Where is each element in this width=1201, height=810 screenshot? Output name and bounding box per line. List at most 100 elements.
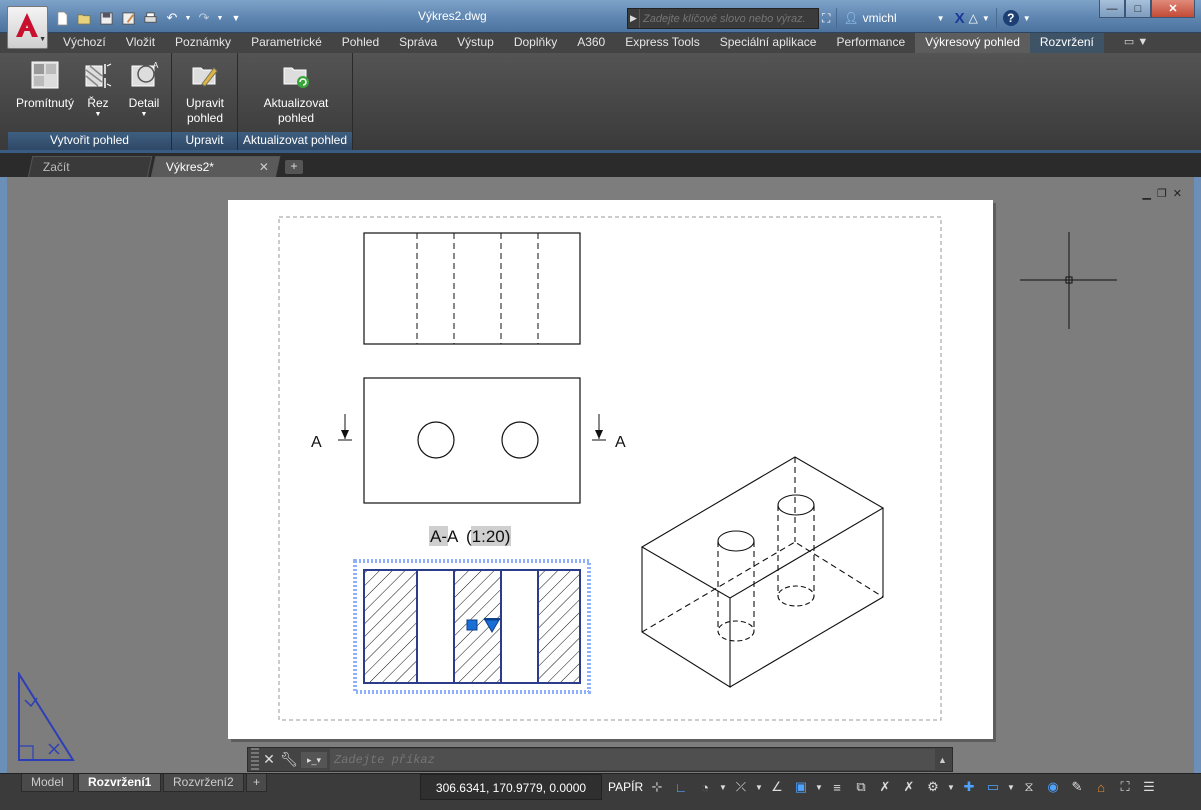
exchange-icon[interactable]: X [955,10,965,27]
section-view-title[interactable]: A-A [430,527,459,546]
recent-commands-icon[interactable]: ▸_▾ [301,751,327,768]
auto-scale-icon[interactable]: ✗ [898,776,920,798]
layout-tab-rozvrzeni2[interactable]: Rozvržení2 [163,774,244,792]
section-view-scale[interactable]: (1:20) [466,527,510,546]
tab-express-tools[interactable]: Express Tools [615,33,709,53]
command-history-icon[interactable]: ▲ [938,755,952,765]
tab-pohled[interactable]: Pohled [332,33,389,53]
customize-wrench-icon[interactable]: 🔧︎ [279,751,299,768]
redo-icon[interactable]: ↷ [194,8,214,28]
workspace-gear-icon[interactable]: ⚙ [922,776,944,798]
save-as-icon[interactable] [118,8,138,28]
minimize-button[interactable]: — [1099,0,1125,18]
command-input[interactable] [330,749,935,770]
annotation-monitor-icon[interactable]: ✚ [958,776,980,798]
tab-rozvrzeni[interactable]: Rozvržení [1029,33,1104,53]
clean-screen-icon[interactable]: ⛶ [1114,776,1136,798]
file-tab-vykres2[interactable]: Výkres2* ✕ [150,156,281,178]
close-tab-icon[interactable]: ✕ [259,157,269,178]
grid-snap-icon[interactable]: ⊹ [646,776,668,798]
redo-dropdown-icon[interactable]: ▼ [216,8,224,28]
rez-dropdown-icon[interactable]: ▼ [78,111,118,119]
top-view[interactable] [363,232,581,345]
lock-ui-icon[interactable]: ◉ [1042,776,1064,798]
user-icon[interactable]: 👤︎ [843,11,858,25]
search-input[interactable] [640,12,818,25]
aktualizovat-pohled-button[interactable]: Aktualizovat pohled [252,60,340,126]
upravit-pohled-button[interactable]: Upravit pohled [178,60,232,126]
tab-specialni-aplikace[interactable]: Speciální aplikace [710,33,827,53]
detail-dropdown-icon[interactable]: ▼ [120,111,168,119]
paper-space-toggle[interactable]: PAPÍR [604,774,647,800]
undo-icon[interactable]: ↶ [162,8,182,28]
application-menu-button[interactable]: ▼ [7,6,48,49]
save-icon[interactable] [96,8,116,28]
customization-icon[interactable]: ☰ [1138,776,1160,798]
lineweight-icon[interactable]: ≡ [826,776,848,798]
file-tab-zacit[interactable]: Začít [27,156,153,178]
paper-sheet[interactable]: A A A-A (1:20) [228,200,993,739]
print-icon[interactable] [140,8,160,28]
workspace-dropdown-icon[interactable]: ▼ [946,776,956,798]
isodraft-icon[interactable]: ∠ [766,776,788,798]
ortho-icon[interactable]: ∟ [670,776,692,798]
isometric-view[interactable] [640,456,885,688]
tab-sprava[interactable]: Správa [389,33,447,53]
expand-icon[interactable]: ▶ [628,9,640,28]
quick-properties-icon[interactable]: ⧖ [1018,776,1040,798]
tab-doplnky[interactable]: Doplňky [504,33,567,53]
tab-vychozi[interactable]: Výchozí [53,33,116,53]
tab-vystup[interactable]: Výstup [447,33,504,53]
tab-parametricke[interactable]: Parametrické [241,33,332,53]
osnap-dropdown-icon[interactable]: ▼ [754,776,764,798]
layout-tab-model[interactable]: Model [21,774,74,792]
tab-performance[interactable]: Performance [826,33,915,53]
a360-icon[interactable]: △ [969,11,978,25]
viewport-minimize-icon[interactable]: ▁ [1142,187,1150,200]
help-icon[interactable]: ? [1002,10,1019,26]
annotation-visibility-icon[interactable]: ✗ [874,776,896,798]
a360-dropdown-icon[interactable]: ▼ [982,14,990,23]
front-view[interactable] [363,377,581,504]
help-dropdown-icon[interactable]: ▼ [1023,14,1031,23]
maximize-button[interactable]: □ [1125,0,1151,18]
ribbon-minimize-icon[interactable]: ▭ ▼ [1124,33,1148,53]
coordinates-display[interactable]: 306.6341, 170.9779, 0.0000 [420,774,602,800]
command-line-grip[interactable] [251,748,259,771]
detail-button[interactable]: A Detail ▼ [120,60,168,119]
polar-dropdown-icon[interactable]: ▼ [718,776,728,798]
drawing-area[interactable]: ▁ ❐ ✕ A A A-A (1:20) [0,177,1201,773]
panel-title-vytvorit-pohled[interactable]: Vytvořit pohled [8,132,171,150]
ucs-icon[interactable] [17,672,77,764]
units-dropdown-icon[interactable]: ▼ [1006,776,1016,798]
tab-vykresovy-pohled[interactable]: Výkresový pohled [915,33,1030,53]
open-file-icon[interactable] [74,8,94,28]
drawing-canvas[interactable]: A A A-A (1:20) [228,200,993,739]
tab-a360[interactable]: A360 [567,33,615,53]
object-snap-tracking-icon[interactable]: ⤫ [730,776,752,798]
object-snap-icon[interactable]: ▣ [790,776,812,798]
user-name[interactable]: vmichl [863,11,897,25]
layout-tab-rozvrzeni1[interactable]: Rozvržení1 [78,774,162,792]
hardware-acceleration-icon[interactable]: ⌂ [1090,776,1112,798]
add-layout-button[interactable]: + [246,774,268,792]
transparency-icon[interactable]: ⧉ [850,776,872,798]
isolate-objects-icon[interactable]: ✎ [1066,776,1088,798]
rez-button[interactable]: Řez ▼ [78,60,118,119]
grip-square-icon[interactable] [466,619,478,631]
new-tab-button[interactable]: + [285,160,303,174]
binoculars-icon[interactable]: ⛶ [822,11,830,26]
tab-vlozit[interactable]: Vložit [116,33,165,53]
undo-dropdown-icon[interactable]: ▼ [184,8,192,28]
new-file-icon[interactable] [52,8,72,28]
tab-poznamky[interactable]: Poznámky [165,33,241,53]
user-dropdown-icon[interactable]: ▼ [937,14,945,23]
section-line-markers[interactable] [338,414,606,441]
polar-tracking-icon[interactable]: ◔ [694,776,716,798]
close-button[interactable]: ✕ [1151,0,1195,18]
object-snap-dropdown-icon[interactable]: ▼ [814,776,824,798]
customize-qat-icon[interactable]: ▼ [226,8,246,28]
viewport-restore-icon[interactable]: ❐ [1157,187,1167,200]
units-icon[interactable]: ▭ [982,776,1004,798]
promitnuty-button[interactable]: Promítnutý [14,60,76,111]
